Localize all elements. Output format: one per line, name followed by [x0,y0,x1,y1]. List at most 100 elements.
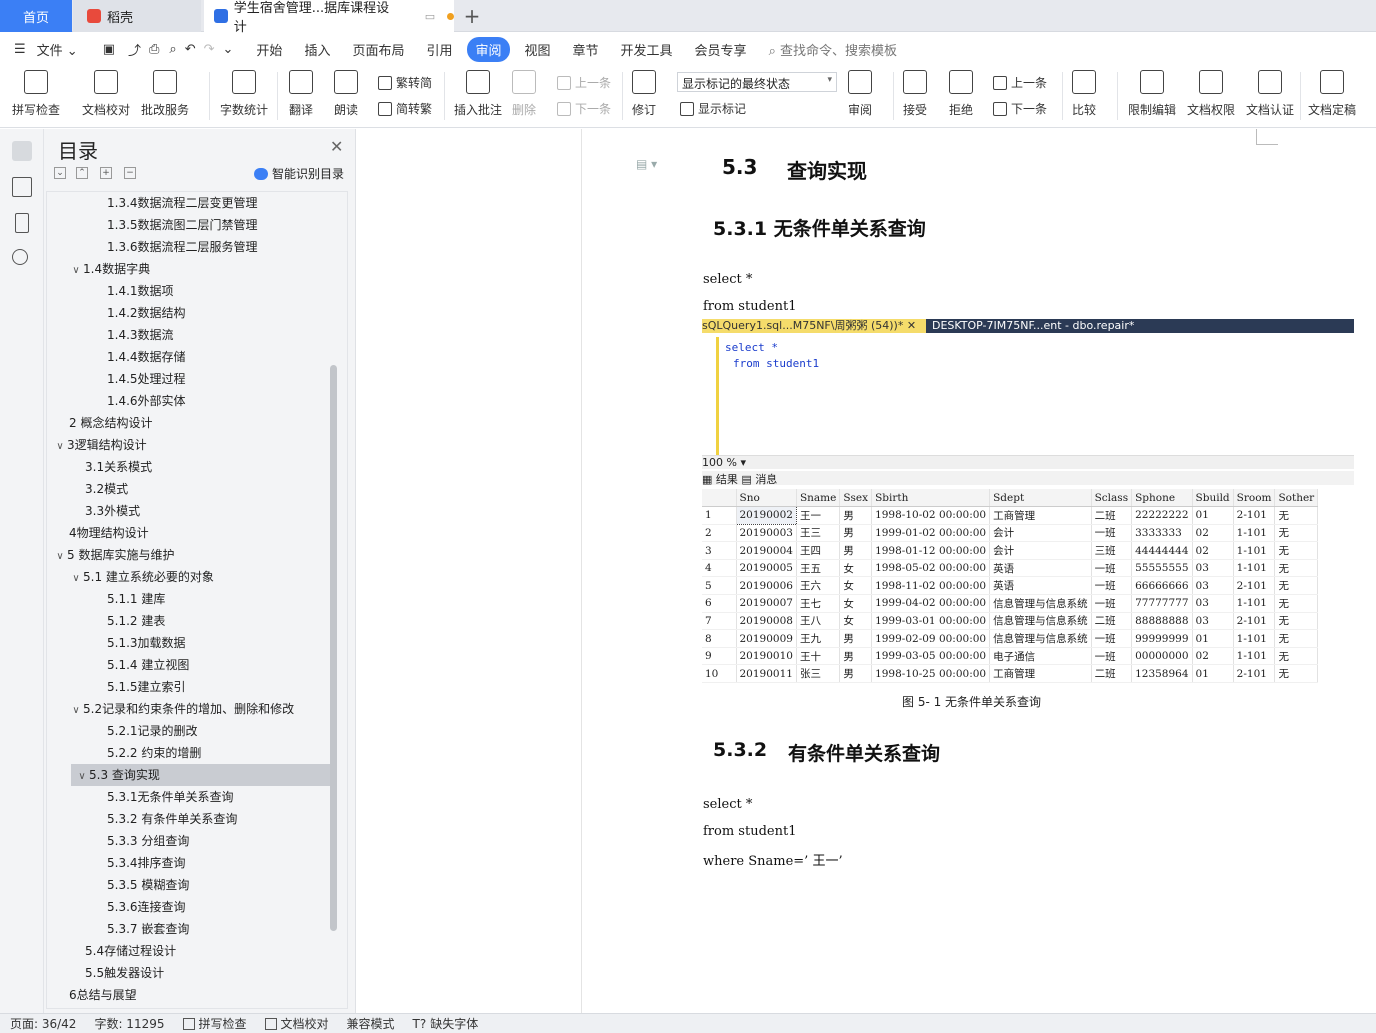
toc-item[interactable]: 5.4存储过程设计 [47,940,331,962]
menu-insert[interactable]: 插入 [304,40,330,59]
toc-item[interactable]: ∨ 5.1 建立系统必要的对象 [47,566,331,588]
revise-service-button[interactable]: 批改服务 [141,70,189,118]
minus-icon[interactable]: − [124,167,136,179]
read-aloud-button[interactable]: 朗读 [334,70,358,118]
smart-toc-button[interactable]: 智能识别目录 [254,165,344,182]
tab-home[interactable]: 首页 [0,0,72,32]
menu-layout[interactable]: 页面布局 [352,40,404,59]
redo-icon[interactable]: ↷ [204,42,215,57]
toc-item[interactable]: 1.4.3数据流 [47,324,331,346]
chevron-down-icon[interactable]: ∨ [69,700,83,722]
save-icon[interactable]: ▣ [103,42,115,57]
command-search[interactable]: ⌕ 查找命令、搜索模板 [769,40,897,59]
status-doc-proof[interactable]: 文档校对 [264,1015,329,1032]
page-indicator[interactable]: 页面: 36/42 [10,1015,76,1032]
doc-finalize-button[interactable]: 文档定稿 [1308,70,1356,118]
chevron-down-icon[interactable]: ∨ [69,568,83,590]
toc-item[interactable]: 1.4.5处理过程 [47,368,331,390]
paragraph-icon[interactable]: ▤ ▾ [636,157,657,171]
chevron-down-icon[interactable]: ∨ [75,766,89,788]
collapse-all-icon[interactable]: ⌄ [54,167,66,179]
export-icon[interactable]: ⤴ [128,40,141,59]
close-icon[interactable]: ✕ [330,137,343,156]
toc-item[interactable]: 5.3.4排序查询 [47,852,331,874]
toc-item[interactable]: ∨ 5.3 查询实现 [71,764,331,786]
expand-up-icon[interactable]: ⌃ [76,167,88,179]
reject-button[interactable]: 拒绝 [949,70,973,118]
menu-developer[interactable]: 开发工具 [621,40,673,59]
toc-item[interactable]: 5.3.3 分组查询 [47,830,331,852]
new-tab-plus-icon[interactable]: + [462,0,482,32]
toc-item[interactable]: 5.3.6连接查询 [47,896,331,918]
toc-item[interactable]: 1.3.6数据流程二层服务管理 [47,236,331,258]
spell-check-button[interactable]: 拼写检查 [12,70,60,118]
restrict-edit-button[interactable]: 限制编辑 [1128,70,1176,118]
compare-button[interactable]: 比较 [1072,70,1096,118]
toc-item[interactable]: 3.3外模式 [47,500,331,522]
toc-item[interactable]: 4物理结构设计 [47,522,331,544]
toc-item[interactable]: 5.5触发器设计 [47,962,331,984]
toc-item[interactable]: 6总结与展望 [47,984,331,1006]
toc-item[interactable]: 3.1关系模式 [47,456,331,478]
toc-scrollbar[interactable] [330,365,337,931]
word-count-button[interactable]: 字数统计 [220,70,268,118]
print-icon[interactable]: ⎙ [149,42,159,57]
toc-item[interactable]: 5.3.7 嵌套查询 [47,918,331,940]
toc-item[interactable]: 1.4.2数据结构 [47,302,331,324]
doc-proof-button[interactable]: 文档校对 [82,70,130,118]
accept-button[interactable]: 接受 [903,70,927,118]
menu-review[interactable]: 审阅 [467,36,510,62]
toc-item[interactable]: 1.3.4数据流程二层变更管理 [47,192,331,214]
hamburger-icon[interactable]: ☰ [14,42,26,57]
chevron-down-icon[interactable]: ∨ [53,436,67,458]
toc-item[interactable]: 2 概念结构设计 [47,412,331,434]
toc-icon[interactable] [12,141,32,161]
toc-item[interactable]: 5.1.4 建立视图 [47,654,331,676]
delete-comment-button[interactable]: 删除 [512,70,536,118]
toc-item[interactable]: ∨ 5.2记录和约束条件的增加、删除和修改 [47,698,331,720]
review-pane-button[interactable]: 审阅 [848,70,872,118]
toc-item[interactable]: 5.3.1无条件单关系查询 [47,786,331,808]
toc-item[interactable]: ∨ 1.4数据字典 [47,258,331,280]
menu-view[interactable]: 视图 [525,40,551,59]
prev-comment-button[interactable]: 上一条 [557,74,611,91]
toc-item[interactable]: 1.4.4数据存储 [47,346,331,368]
toc-item[interactable]: 5.2.2 约束的增删 [47,742,331,764]
tab-daoke[interactable]: 稻壳 [73,0,201,32]
word-count[interactable]: 字数: 11295 [94,1015,164,1032]
toc-item[interactable]: 5.3.5 模糊查询 [47,874,331,896]
toc-item[interactable]: 1.4.6外部实体 [47,390,331,412]
toc-item[interactable]: ∨ 3逻辑结构设计 [47,434,331,456]
toc-item[interactable]: 1.3.5数据流图二层门禁管理 [47,214,331,236]
toc-item[interactable]: 5.2.1记录的删改 [47,720,331,742]
missing-font[interactable]: T? 缺失字体 [413,1015,479,1032]
markup-state-select[interactable]: 显示标记的最终状态 ▾ [677,72,837,92]
menu-chapter[interactable]: 章节 [573,40,599,59]
toc-item[interactable]: 5.3.2 有条件单关系查询 [47,808,331,830]
toc-item[interactable]: ∨ 5 数据库实施与维护 [47,544,331,566]
chevron-down-icon[interactable]: ∨ [69,260,83,282]
next-comment-button[interactable]: 下一条 [557,100,611,117]
toc-item[interactable]: 5.1.2 建表 [47,610,331,632]
toc-item[interactable]: 3.2模式 [47,478,331,500]
menu-reference[interactable]: 引用 [426,40,452,59]
menu-start[interactable]: 开始 [256,40,282,59]
toc-item[interactable]: 5.1.5建立索引 [47,676,331,698]
preview-icon[interactable]: ⌕ [169,42,176,57]
chevron-down-icon[interactable]: ∨ [53,546,67,568]
toc-item[interactable]: 5.1.3加载数据 [47,632,331,654]
doc-certify-button[interactable]: 文档认证 [1246,70,1294,118]
more-icon[interactable]: ⌄ [223,42,234,57]
toc-item[interactable]: 5.1.1 建库 [47,588,331,610]
toc-item[interactable]: 1.4.1数据项 [47,280,331,302]
next-change-button[interactable]: 下一条 [993,100,1047,117]
undo-icon[interactable]: ↶ [185,42,196,57]
to-simplified-button[interactable]: 简转繁 [378,100,432,117]
prev-change-button[interactable]: 上一条 [993,74,1047,91]
show-markup-button[interactable]: 显示标记 [680,100,746,117]
monitor-icon[interactable]: ▭ [425,10,435,23]
tab-document[interactable]: 学生宿舍管理...据库课程设计 ▭ [204,0,454,35]
to-traditional-button[interactable]: 繁转简 [378,74,432,91]
doc-rights-button[interactable]: 文档权限 [1187,70,1235,118]
status-spell-check[interactable]: 拼写检查 [182,1015,247,1032]
